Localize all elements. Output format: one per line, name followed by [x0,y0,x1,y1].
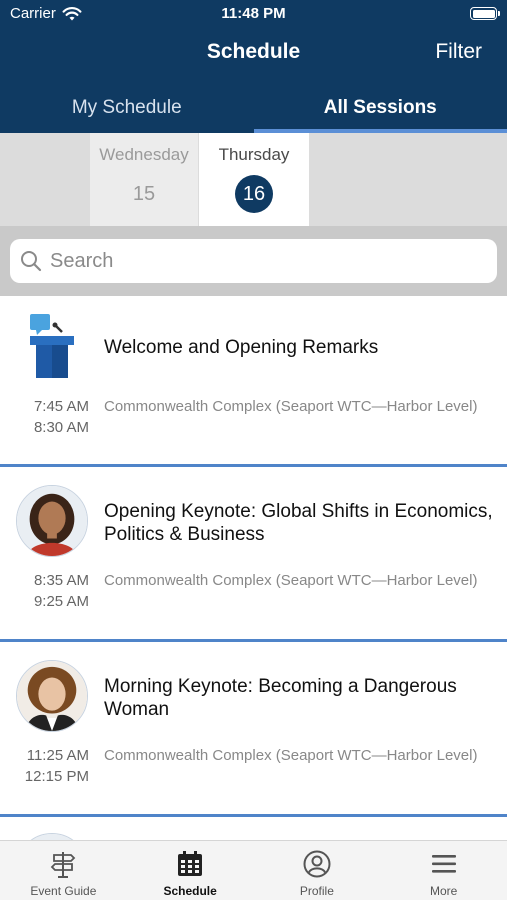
session-end: 9:25 AM [33,593,89,610]
session-title: Welcome and Opening Remarks [104,337,379,358]
tab-event-guide[interactable]: Event Guide [0,841,127,900]
day-name: Wednesday [99,145,189,164]
tab-all-sessions[interactable]: All Sessions [253,88,507,133]
calendar-icon [178,851,203,876]
session-time: 11:25 AM 12:15 PM [0,745,89,787]
search-box[interactable] [10,239,497,283]
tab-label: Profile [299,884,334,898]
session-list: Welcome and Opening Remarks 7:45 AM 8:30… [0,296,507,840]
date-wednesday[interactable]: Wednesday 15 [90,133,198,226]
speaker-avatar [16,485,88,557]
tab-schedule[interactable]: Schedule [127,841,254,900]
search-bar [0,226,507,296]
session-title: Morning Keynote: Becoming a Dangerous Wo… [104,676,457,720]
page-title: Schedule [206,40,301,63]
session-time: 8:35 AM 9:25 AM [0,570,89,612]
session-start: 11:25 AM [26,747,89,764]
status-time: 11:48 PM [221,5,286,22]
session-title: Opening Keynote: Global Shifts in Econom… [104,501,493,545]
signpost-icon [51,852,76,878]
tab-label: Schedule [163,884,217,898]
filter-button[interactable]: Filter [435,40,482,64]
profile-icon [303,850,331,878]
tab-label: More [429,884,458,898]
status-bar: Carrier 11:48 PM [0,0,507,28]
day-number: 15 [132,183,156,205]
schedule-tabs: My Schedule All Sessions [0,88,507,133]
search-icon [21,251,42,272]
menu-icon [431,855,456,873]
session-start: 8:35 AM [33,572,89,589]
session-location: Commonwealth Complex (Seaport WTC—Harbor… [104,572,478,589]
session-item[interactable] [0,817,507,840]
day-number-selected: 16 [235,175,273,213]
podium-icon [30,314,74,378]
bottom-tab-bar: Event Guide Schedule Profile More [0,840,507,900]
speaker-avatar [16,833,88,840]
day-name: Thursday [218,145,290,164]
battery-icon [470,7,500,20]
date-thursday[interactable]: Thursday 16 [199,133,309,226]
session-item[interactable]: Morning Keynote: Becoming a Dangerous Wo… [0,642,507,814]
session-start: 7:45 AM [33,398,89,415]
speaker-avatar [16,660,88,732]
session-item[interactable]: Welcome and Opening Remarks 7:45 AM 8:30… [0,296,507,464]
search-input[interactable] [50,249,470,273]
tab-profile[interactable]: Profile [254,841,381,900]
session-end: 12:15 PM [24,768,89,785]
tab-my-schedule[interactable]: My Schedule [0,88,254,133]
session-end: 8:30 AM [33,419,89,436]
date-selector: Wednesday 15 Thursday 16 [0,133,507,226]
session-time: 7:45 AM 8:30 AM [0,396,89,438]
session-location: Commonwealth Complex (Seaport WTC—Harbor… [104,398,478,415]
tab-more[interactable]: More [380,841,507,900]
app-header: Carrier 11:48 PM Schedule Filter My Sche… [0,0,507,133]
session-location: Commonwealth Complex (Seaport WTC—Harbor… [104,747,478,764]
tab-label: Event Guide [30,884,97,898]
session-item[interactable]: Opening Keynote: Global Shifts in Econom… [0,467,507,639]
